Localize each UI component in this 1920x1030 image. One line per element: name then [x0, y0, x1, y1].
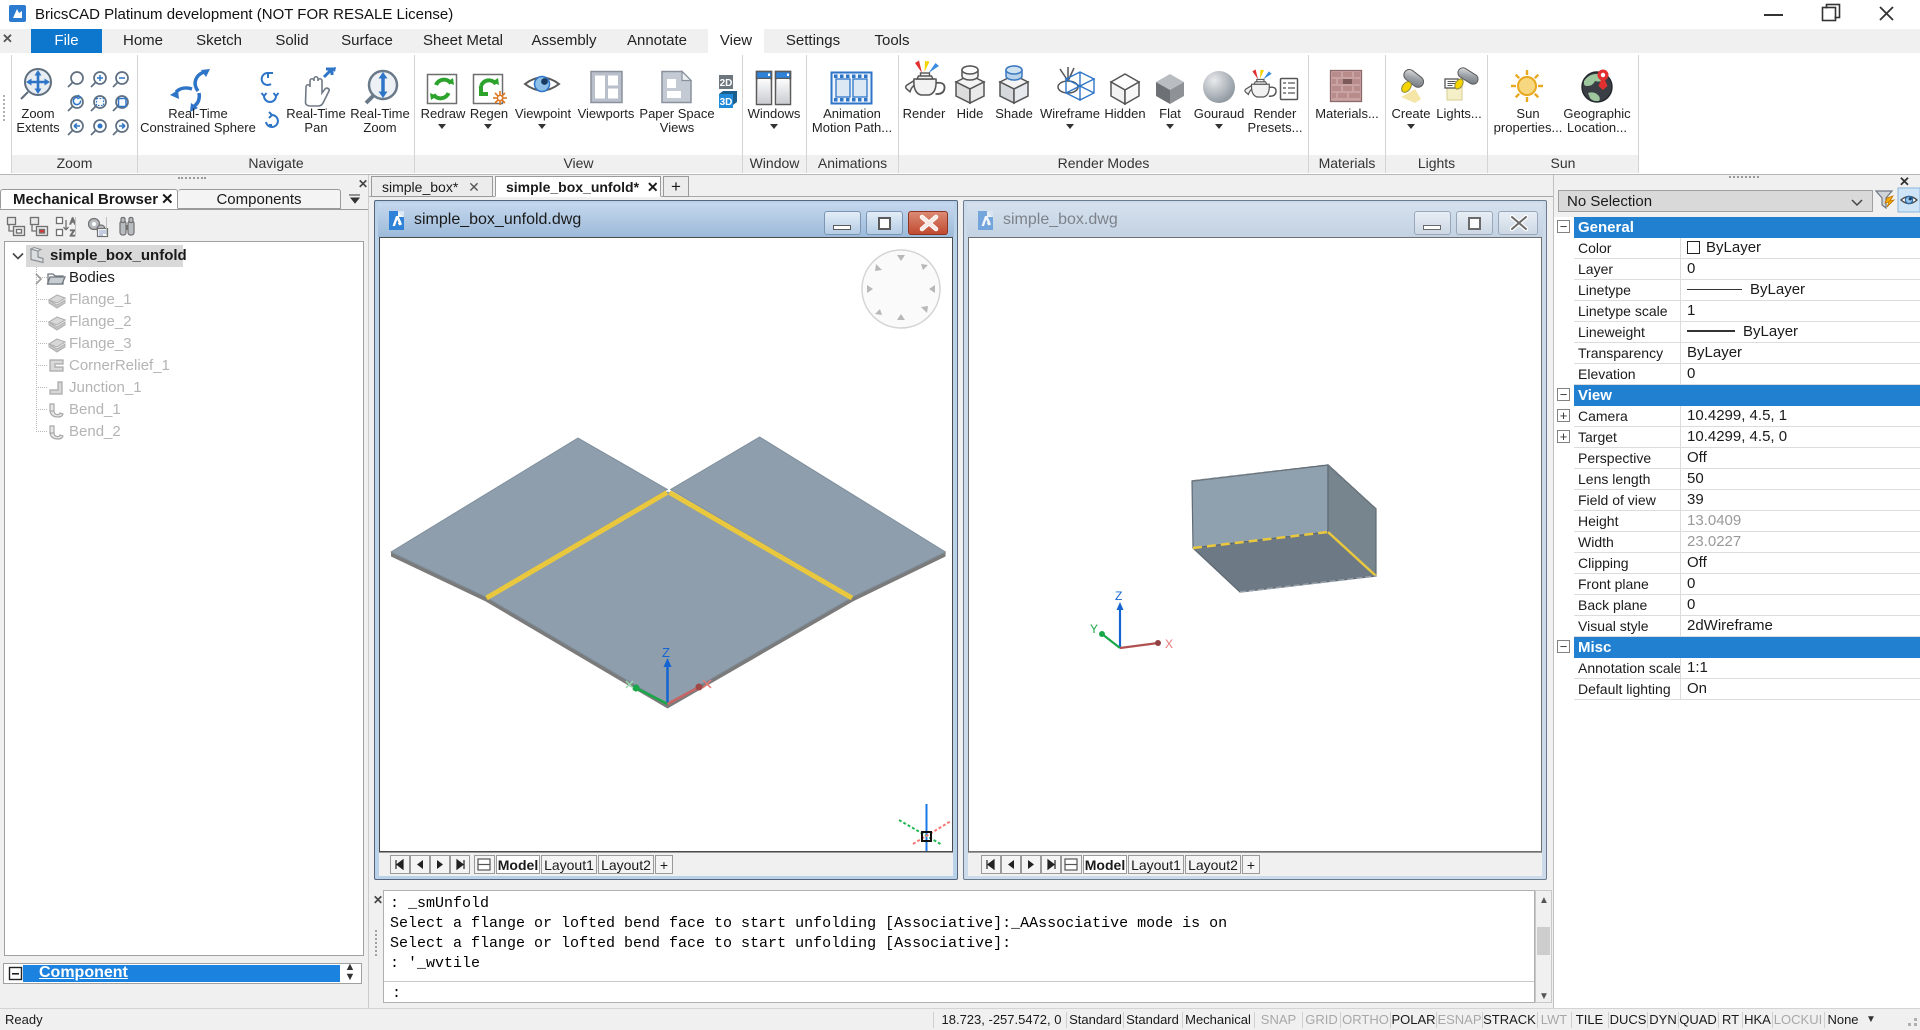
svg-text:Z: Z: [662, 645, 670, 660]
svg-text:Z: Z: [1115, 589, 1122, 603]
svg-text:Y: Y: [1090, 622, 1098, 636]
svg-text:2D: 2D: [720, 78, 733, 89]
svg-text:X: X: [1165, 637, 1173, 651]
